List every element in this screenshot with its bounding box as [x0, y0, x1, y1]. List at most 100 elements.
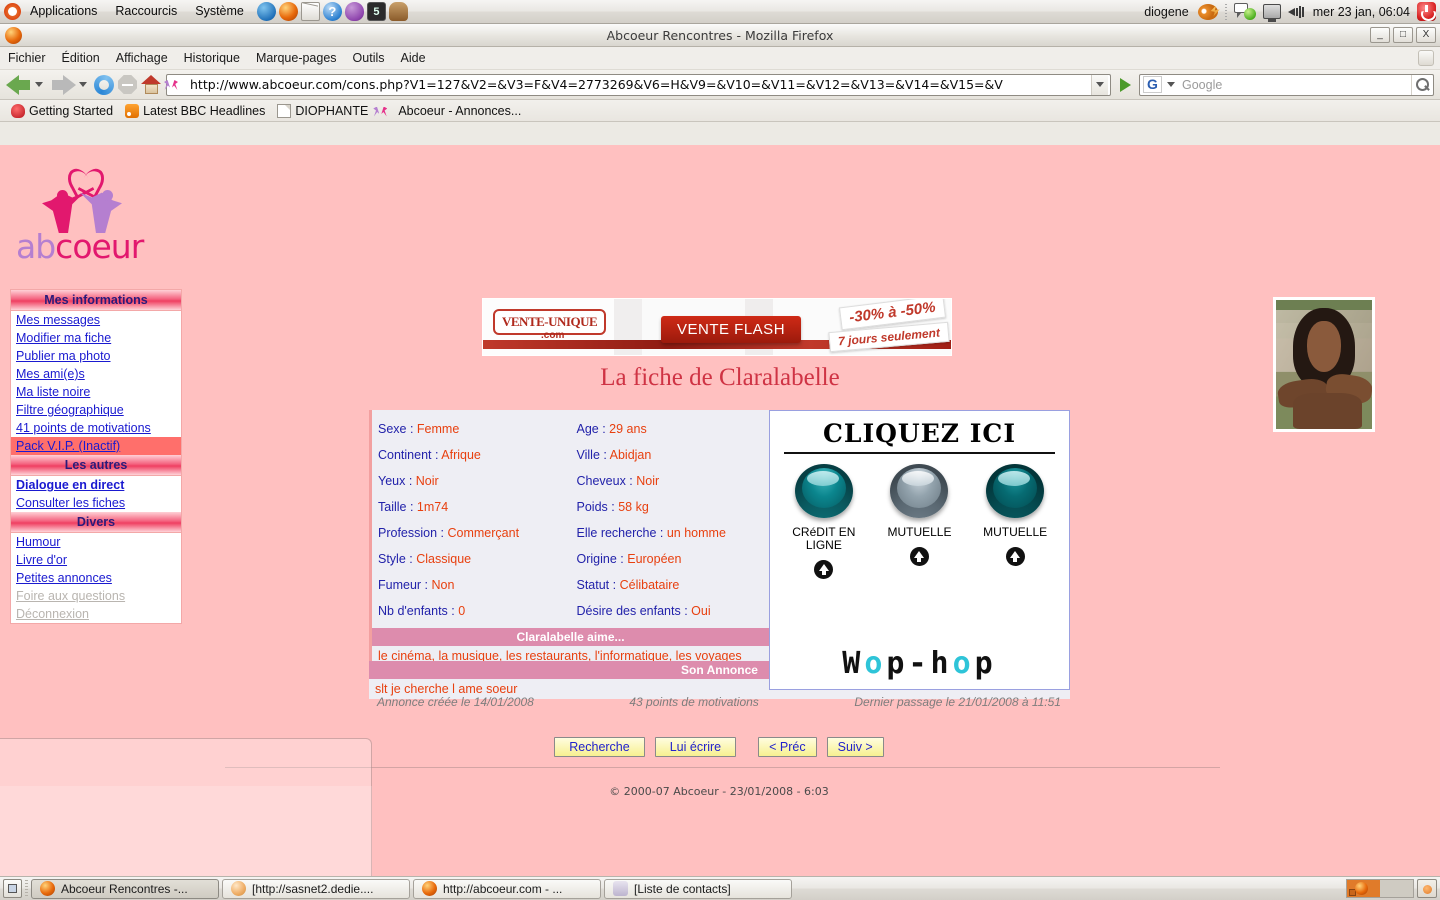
menu-applications[interactable]: Applications: [21, 0, 106, 23]
trash-icon[interactable]: [1417, 879, 1437, 898]
go-button[interactable]: [1115, 75, 1135, 95]
taskbar-item-abcoeur-com[interactable]: http://abcoeur.com - ...: [413, 878, 601, 899]
search-input[interactable]: Google: [1178, 78, 1411, 92]
gnome-top-panel: Applications Raccourcis Système ? 5 diog…: [0, 0, 1440, 24]
google-engine-icon[interactable]: G: [1143, 76, 1162, 93]
mail-icon[interactable]: [300, 2, 320, 21]
home-icon[interactable]: [141, 75, 162, 94]
taskbar-item-liste-de-contacts[interactable]: [Liste de contacts]: [604, 878, 792, 899]
sidebar-item-consulter-les-fiches[interactable]: Consulter les fiches: [11, 494, 181, 512]
rss-icon: [125, 103, 140, 118]
sidebar-item-mes-messages[interactable]: Mes messages: [11, 311, 181, 329]
search-engine-dropdown-icon[interactable]: [1167, 82, 1175, 87]
sidebar-item-modifier-ma-fiche[interactable]: Modifier ma fiche: [11, 329, 181, 347]
ad-panel-buttons: CRéDIT EN LIGNE MUTUELLE MUTUELLE: [770, 464, 1069, 579]
taskbar-item-sasnet2[interactable]: [http://sasnet2.dedie....: [222, 878, 410, 899]
workspace-1[interactable]: [1347, 880, 1380, 897]
recherche-button[interactable]: Recherche: [554, 737, 645, 757]
show-desktop-icon[interactable]: [3, 879, 22, 898]
search-bar[interactable]: G Google: [1139, 73, 1434, 96]
browser-menubar: Fichier Édition Affichage Historique Mar…: [0, 47, 1440, 70]
display-icon[interactable]: [1262, 4, 1281, 22]
ad-button-credit[interactable]: CRéDIT EN LIGNE: [778, 464, 870, 579]
power-icon[interactable]: [1417, 2, 1436, 21]
game-icon[interactable]: [388, 2, 408, 21]
sidebar-item-publier-ma-photo[interactable]: Publier ma photo: [11, 347, 181, 365]
bookmark-getting-started[interactable]: Getting Started: [6, 103, 118, 119]
taskbar-item-abcoeur-rencontres[interactable]: Abcoeur Rencontres -...: [31, 878, 219, 899]
sidebar-item-pack-vip[interactable]: Pack V.I.P. (Inactif): [11, 437, 181, 455]
url-text[interactable]: http://www.abcoeur.com/cons.php?V1=127&V…: [190, 77, 1091, 92]
bird-icon[interactable]: [344, 2, 364, 21]
back-dropdown-icon[interactable]: [35, 82, 43, 87]
menubar-overflow-icon[interactable]: [1418, 50, 1434, 66]
sidebar-item-ma-liste-noire[interactable]: Ma liste noire: [11, 383, 181, 401]
bookmark-diophante[interactable]: DIOPHANTE: [272, 103, 373, 119]
sidebar-header-les-autres: Les autres: [11, 455, 181, 476]
volume-icon[interactable]: [1287, 5, 1306, 19]
profile-card: Sexe : Femme Age : 29 ans Continent : Af…: [369, 410, 769, 666]
maximize-button[interactable]: □: [1393, 27, 1413, 43]
ghost-dialog-band: [0, 786, 372, 876]
ad-button-mutuelle-1[interactable]: MUTUELLE: [873, 464, 965, 579]
sidebar-item-deconnexion[interactable]: Déconnexion: [11, 605, 181, 623]
sidebar-item-mes-amies[interactable]: Mes ami(e)s: [11, 365, 181, 383]
lui-ecrire-button[interactable]: Lui écrire: [654, 737, 737, 757]
bookmark-bbc-headlines[interactable]: Latest BBC Headlines: [120, 103, 270, 119]
table-row: Style : Classique Origine : Européen: [372, 546, 769, 572]
prev-button[interactable]: < Préc: [758, 737, 817, 757]
forward-dropdown-icon[interactable]: [79, 82, 87, 87]
menu-affichage[interactable]: Affichage: [108, 47, 176, 69]
profile-photo[interactable]: [1273, 297, 1375, 432]
chat-status-icon[interactable]: [1233, 3, 1256, 20]
sidebar-item-petites-annonces[interactable]: Petites annonces: [11, 569, 181, 587]
sidebar-item-foire-aux-questions[interactable]: Foire aux questions: [11, 587, 181, 605]
thunderbird-icon[interactable]: [256, 2, 276, 21]
update-icon[interactable]: [1197, 3, 1218, 20]
workspace-2[interactable]: [1380, 880, 1413, 897]
back-button[interactable]: [6, 74, 46, 95]
sidebar-item-livre-dor[interactable]: Livre d'or: [11, 551, 181, 569]
sidebar-item-humour[interactable]: Humour: [11, 533, 181, 551]
gnome-taskbar: Abcoeur Rencontres -... [http://sasnet2.…: [0, 876, 1440, 900]
next-button[interactable]: Suiv >: [826, 737, 884, 757]
task-label: [Liste de contacts]: [634, 881, 731, 896]
menu-systeme[interactable]: Système: [186, 0, 253, 23]
banner-ad[interactable]: VENTE-UNIQUE .com VENTE FLASH -30% à -50…: [482, 298, 952, 356]
menu-marque-pages[interactable]: Marque-pages: [248, 47, 345, 69]
menu-edition[interactable]: Édition: [54, 47, 108, 69]
table-row: Taille : 1m74 Poids : 58 kg: [372, 494, 769, 520]
page-content: abcoeur Mes informations Mes messages Mo…: [0, 145, 1440, 876]
clock[interactable]: mer 23 jan, 06:04: [1313, 5, 1410, 19]
url-bar[interactable]: http://www.abcoeur.com/cons.php?V1=127&V…: [166, 73, 1111, 96]
sidebar-item-dialogue-en-direct[interactable]: Dialogue en direct: [11, 476, 181, 494]
reload-icon[interactable]: [94, 74, 114, 95]
logo-text-ab: ab: [16, 227, 56, 266]
menu-outils[interactable]: Outils: [345, 47, 393, 69]
abcoeur-logo[interactable]: abcoeur: [12, 165, 162, 266]
firefox-icon[interactable]: [278, 2, 298, 21]
workspace-switcher[interactable]: [1346, 879, 1414, 898]
table-row: Nb d'enfants : 0 Désire des enfants : Ou…: [372, 598, 769, 624]
menu-historique[interactable]: Historique: [176, 47, 248, 69]
menu-raccourcis[interactable]: Raccourcis: [106, 0, 186, 23]
bookmark-abcoeur[interactable]: Abcoeur - Annonces...: [375, 103, 526, 119]
url-history-dropdown-icon[interactable]: [1091, 74, 1108, 95]
forward-button[interactable]: [50, 74, 90, 95]
ubuntu-logo-icon[interactable]: [4, 3, 21, 20]
arrow-up-icon: [909, 547, 929, 566]
minimize-button[interactable]: _: [1370, 27, 1390, 43]
firefox-icon: [422, 881, 437, 896]
menu-aide[interactable]: Aide: [393, 47, 434, 69]
screenshot-dialog-ghost: ✕ au ▲▼ secondes re ▲▼ Annuler Prendre u…: [0, 738, 372, 876]
task-label: [http://sasnet2.dedie....: [252, 881, 374, 896]
menu-fichier[interactable]: Fichier: [0, 47, 54, 69]
close-button[interactable]: X: [1416, 27, 1436, 43]
terminal-icon[interactable]: 5: [366, 2, 386, 21]
sidebar-item-filtre-geographique[interactable]: Filtre géographique: [11, 401, 181, 419]
cliquez-ici-ad-panel[interactable]: CLIQUEZ ICI CRéDIT EN LIGNE MUTUELLE MUT…: [769, 410, 1070, 690]
ad-button-mutuelle-2[interactable]: MUTUELLE: [969, 464, 1061, 579]
search-icon[interactable]: [1411, 74, 1433, 95]
sidebar-item-points-de-motivations[interactable]: 41 points de motivations: [11, 419, 181, 437]
help-icon[interactable]: ?: [322, 2, 342, 21]
